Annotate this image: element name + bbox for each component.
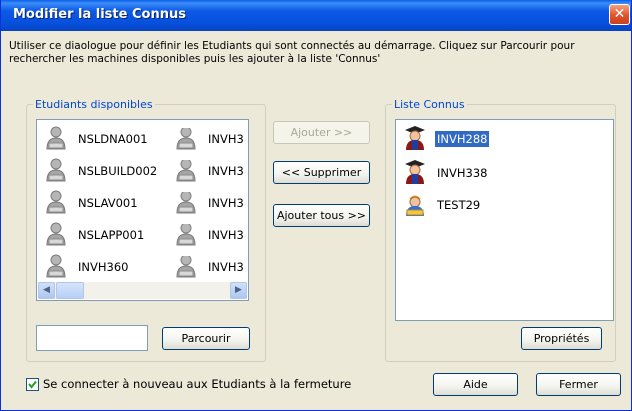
list-item-label: INVH338 <box>437 166 488 180</box>
list-item-label: NSLBUILD002 <box>78 164 158 178</box>
available-students-list[interactable]: NSLDNA001 NSLBUILD002 NSLAV001 NSLAPP001… <box>36 119 249 301</box>
student-computer-icon <box>46 126 66 150</box>
instructions-text: Utiliser ce diaologue pour définir les E… <box>9 40 575 65</box>
available-students-group: Etudiants disponibles NSLDNA001 NSLBUILD… <box>26 98 266 362</box>
browse-button[interactable]: Parcourir <box>162 327 250 350</box>
known-list-legend: Liste Connus <box>392 98 467 111</box>
list-item[interactable]: NSLAPP001 <box>37 222 167 246</box>
list-item[interactable]: NSLAV001 <box>37 190 167 214</box>
student-computer-icon <box>176 192 196 214</box>
list-item-label: TEST29 <box>437 198 481 212</box>
remove-button[interactable]: << Supprimer <box>273 161 370 184</box>
list-item[interactable]: INVH3 <box>167 160 248 182</box>
scrollbar-thumb[interactable] <box>56 282 84 299</box>
list-item[interactable]: TEST29 <box>396 194 596 216</box>
list-item-label: NSLDNA001 <box>78 132 148 146</box>
known-list[interactable]: INVH288 INVH338 TEST29 <box>395 119 614 321</box>
help-button[interactable]: Aide <box>433 373 518 396</box>
list-item-label: INVH288 <box>435 131 490 147</box>
list-item-label: INVH3 <box>208 196 244 210</box>
graduate-icon <box>405 126 425 150</box>
close-button[interactable]: Fermer <box>536 373 621 396</box>
window-title: Modifier la liste Connus <box>13 7 186 22</box>
checkmark-icon <box>28 380 37 389</box>
close-icon[interactable]: ✕ <box>609 4 630 25</box>
list-item[interactable]: INVH360 <box>37 254 167 278</box>
student-icon <box>406 195 424 216</box>
scroll-left-icon[interactable]: ◀ <box>38 282 55 299</box>
list-item[interactable]: NSLBUILD002 <box>37 158 167 182</box>
list-item-label: INVH360 <box>78 260 129 274</box>
list-item[interactable]: INVH288 <box>396 126 596 150</box>
available-students-legend: Etudiants disponibles <box>33 98 155 111</box>
title-bar[interactable]: Modifier la liste Connus ✕ <box>1 0 631 31</box>
graduate-icon <box>405 160 425 184</box>
student-computer-icon <box>46 190 66 214</box>
student-computer-icon <box>176 160 196 182</box>
dialog-window: Modifier la liste Connus ✕ Utiliser ce d… <box>0 0 632 411</box>
student-computer-icon <box>176 128 196 150</box>
list-item[interactable]: NSLDNA001 <box>37 126 167 150</box>
reconnect-checkbox-label[interactable]: Se connecter à nouveau aux Etudiants à l… <box>43 377 351 391</box>
add-all-button[interactable]: Ajouter tous >> <box>273 204 370 227</box>
list-item-label: INVH3 <box>208 132 244 146</box>
list-item[interactable]: INVH3 <box>167 128 248 150</box>
list-item[interactable]: INVH3 <box>167 192 248 214</box>
list-item-label: NSLAV001 <box>78 196 138 210</box>
student-computer-icon <box>176 256 196 278</box>
browse-input[interactable] <box>36 325 148 351</box>
list-item[interactable]: INVH3 <box>167 256 248 278</box>
student-computer-icon <box>176 224 196 246</box>
student-computer-icon <box>46 158 66 182</box>
known-list-group: Liste Connus INVH288 INVH338 TEST29 Prop… <box>385 98 616 362</box>
reconnect-checkbox[interactable] <box>26 378 39 391</box>
list-item[interactable]: INVH3 <box>167 224 248 246</box>
horizontal-scrollbar[interactable]: ◀ ▶ <box>38 282 247 299</box>
list-item-label: INVH3 <box>208 260 244 274</box>
list-item-label: NSLAPP001 <box>78 228 145 242</box>
properties-button[interactable]: Propriétés <box>521 327 602 350</box>
list-item[interactable]: INVH338 <box>396 160 596 184</box>
student-computer-icon <box>46 222 66 246</box>
list-item-label: INVH3 <box>208 164 244 178</box>
student-computer-icon <box>46 254 66 278</box>
list-item-label: INVH3 <box>208 228 244 242</box>
scroll-right-icon[interactable]: ▶ <box>230 282 247 299</box>
add-button[interactable]: Ajouter >> <box>273 121 370 144</box>
